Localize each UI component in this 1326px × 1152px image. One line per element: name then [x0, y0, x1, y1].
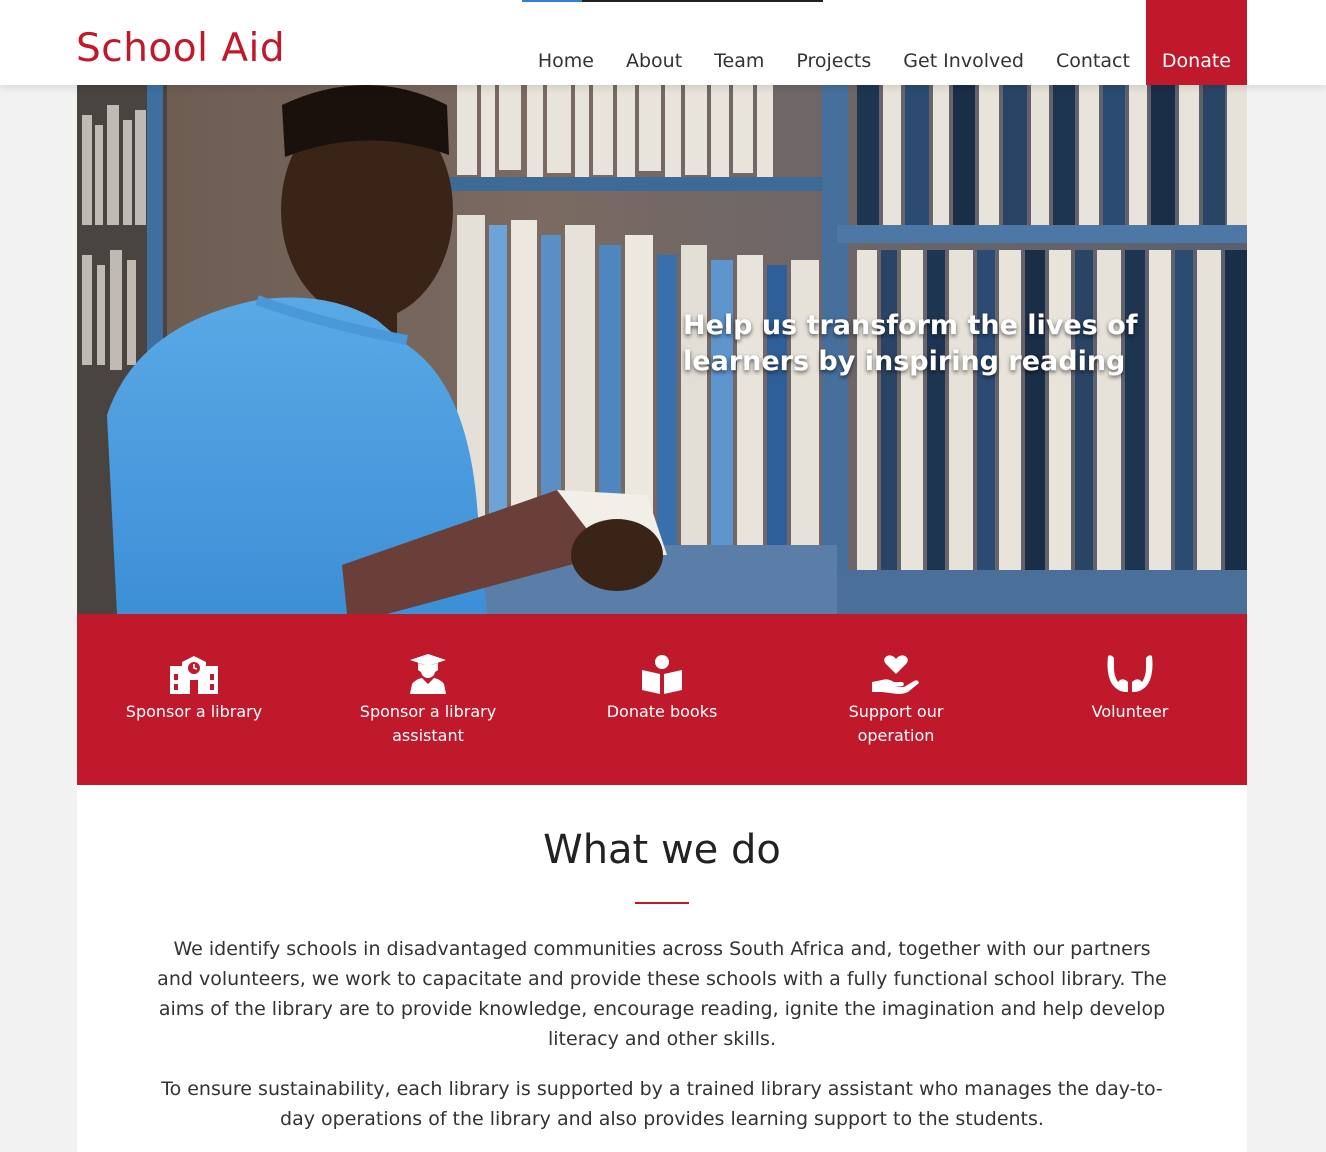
hands-icon — [1103, 654, 1157, 696]
hero-headline: Help us transform the lives of learners … — [683, 310, 1138, 377]
hero-banner: Help us transform the lives of learners … — [77, 85, 1247, 614]
graduate-icon — [401, 654, 455, 696]
donate-button[interactable]: Donate — [1145, 0, 1247, 85]
nav-item-team[interactable]: Team — [698, 0, 780, 85]
action-support-operation[interactable]: Support our operation — [779, 614, 1013, 785]
action-label: Sponsor a library — [125, 702, 263, 721]
action-donate-books[interactable]: Donate books — [545, 614, 779, 785]
action-label: Support our operation — [848, 702, 944, 745]
section-title: What we do — [543, 827, 781, 873]
action-label: Volunteer — [1091, 702, 1169, 721]
nav-item-contact[interactable]: Contact — [1040, 0, 1146, 85]
nav-item-about[interactable]: About — [610, 0, 698, 85]
action-volunteer[interactable]: Volunteer — [1013, 614, 1247, 785]
what-we-do-paragraph-1: We identify schools in disadvantaged com… — [157, 938, 1167, 1050]
school-aid-logo[interactable]: School Aid — [76, 22, 285, 72]
action-label: Sponsor a library assistant — [359, 702, 497, 745]
title-divider — [635, 902, 689, 904]
what-we-do-section: What we do We identify schools in disadv… — [77, 785, 1247, 1152]
hand-heart-icon — [869, 654, 923, 696]
get-involved-bar: Sponsor a library Sponsor a library assi… — [77, 614, 1247, 785]
what-we-do-paragraph-2: To ensure sustainability, each library i… — [161, 1078, 1163, 1130]
site-header: School Aid Home About Team Projects Get … — [0, 0, 1326, 85]
nav-item-projects[interactable]: Projects — [780, 0, 887, 85]
logo-text: School Aid — [76, 26, 286, 71]
action-sponsor-library[interactable]: Sponsor a library — [77, 614, 311, 785]
school-icon — [167, 654, 221, 696]
action-sponsor-library-assistant[interactable]: Sponsor a library assistant — [311, 614, 545, 785]
action-label: Donate books — [606, 702, 718, 721]
main-nav: Home About Team Projects Get Involved Co… — [522, 0, 1247, 85]
nav-item-get-involved[interactable]: Get Involved — [887, 0, 1040, 85]
nav-item-home[interactable]: Home — [522, 0, 610, 85]
book-reader-icon — [635, 654, 689, 696]
